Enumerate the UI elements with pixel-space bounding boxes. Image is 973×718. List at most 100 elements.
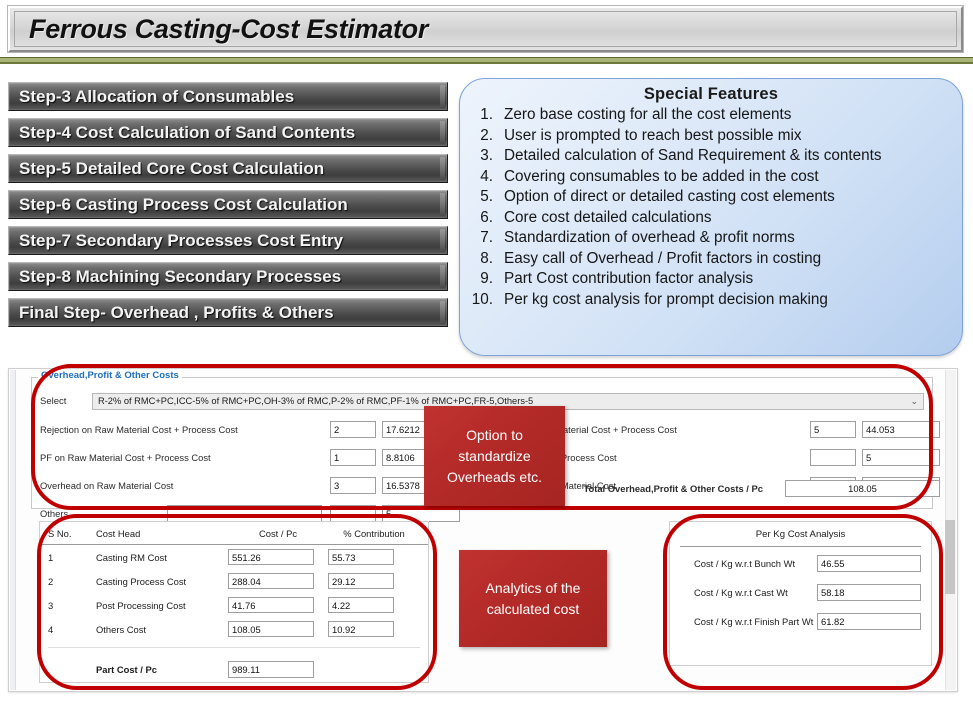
step-button-5[interactable]: Step-5 Detailed Core Cost Calculation: [8, 154, 448, 183]
per-kg-row-finish: Cost / Kg w.r.t Finish Part Wt 61.82: [670, 608, 931, 634]
step-button-label: Step-7 Secondary Processes Cost Entry: [19, 230, 344, 250]
feature-number: 10.: [471, 290, 493, 308]
page-title: Ferrous Casting-Cost Estimator: [29, 13, 429, 44]
row-cost-head: Others Cost: [96, 623, 147, 635]
feature-text: Zero base costing for all the cost eleme…: [504, 106, 792, 123]
row-cost-input[interactable]: 551.26: [228, 549, 314, 565]
feature-number: 5.: [480, 188, 493, 205]
feature-item: 5. Option of direct or detailed casting c…: [470, 187, 952, 208]
feature-text: Core cost detailed calculations: [504, 208, 712, 226]
feature-number: 3.: [480, 147, 493, 164]
step-button-3[interactable]: Step-3 Allocation of Consumables: [8, 82, 448, 111]
feature-text: Per kg cost analysis for prompt decision…: [504, 290, 828, 308]
step-button-label: Step-6 Casting Process Cost Calculation: [19, 194, 348, 214]
row-contribution-input[interactable]: 29.12: [328, 573, 394, 589]
feature-number: 4.: [480, 167, 493, 185]
step-button-label: Final Step- Overhead , Profits & Others: [19, 302, 334, 322]
step-button-label: Step-3 Allocation of Consumables: [19, 86, 295, 106]
special-features-list: 1. Zero base costing for all the cost ele…: [470, 105, 952, 310]
callout-standardize-overheads: Option to standardize Overheads etc.: [424, 406, 565, 506]
row-sno: 3: [48, 599, 54, 611]
step-button-list: Step-3 Allocation of Consumables Step-4 …: [8, 82, 448, 334]
row-label: PF on Raw Material Cost + Process Cost: [40, 452, 211, 463]
feature-item: 3. Detailed calculation of Sand Requireme…: [470, 146, 952, 167]
column-header-contribution: % Contribution: [343, 527, 405, 539]
feature-item: 4. Covering consumables to be added in th…: [470, 167, 952, 188]
special-features-title: Special Features: [643, 85, 779, 103]
pf-percent-input[interactable]: 1: [330, 449, 376, 466]
overhead-total-value: 108.05: [785, 480, 940, 497]
overhead-group-legend: Overhead,Profit & Other Costs: [38, 370, 182, 381]
feature-text: Standardization of overhead & profit nor…: [504, 229, 795, 246]
per-kg-label: Cost / Kg w.r.t Bunch Wt: [694, 557, 796, 569]
part-cost-label: Part Cost / Pc: [96, 663, 157, 675]
part-cost-row: Part Cost / Pc 989.11: [40, 656, 428, 682]
per-kg-cost-analysis-panel: Per Kg Cost Analysis Cost / Kg w.r.t Bun…: [669, 521, 932, 666]
overhead-row-rejection: Rejection on Raw Material Cost + Process…: [40, 420, 460, 439]
freight-percent-input[interactable]: [810, 449, 856, 466]
feature-item: 9. Part Cost contribution factor analysis: [470, 269, 952, 290]
part-cost-value: 989.11: [228, 660, 314, 678]
cost-summary-panel: S No. Cost Head Cost / Pc % Contribution…: [39, 521, 429, 683]
vertical-scrollbar-thumb[interactable]: [945, 520, 955, 594]
row-label: Overhead on Raw Material Cost: [40, 480, 174, 491]
icc-percent-input[interactable]: 5: [810, 421, 856, 438]
table-row: 4 Others Cost 108.05 10.92: [40, 617, 428, 641]
step-button-label: Step-4 Cost Calculation of Sand Contents: [19, 122, 356, 142]
row-sno: 4: [48, 623, 54, 635]
per-kg-label: Cost / Kg w.r.t Finish Part Wt: [694, 615, 814, 627]
overhead-row-overhead: Overhead on Raw Material Cost 3 16.5378: [40, 476, 460, 495]
row-cost-input[interactable]: 108.05: [228, 621, 314, 637]
overhead-row-pf: PF on Raw Material Cost + Process Cost 1…: [40, 448, 460, 467]
app-title-bar: Ferrous Casting-Cost Estimator: [8, 6, 963, 52]
special-features-panel: Special Features 1. Zero base costing for…: [459, 78, 963, 356]
app-title-inner-border: Ferrous Casting-Cost Estimator: [14, 11, 957, 47]
row-contribution-input[interactable]: 55.73: [328, 549, 394, 565]
overhead-total-row: Total Overhead,Profit & Other Costs / Pc…: [502, 479, 940, 498]
table-row: 2 Casting Process Cost 288.04 29.12: [40, 569, 428, 593]
step-button-7[interactable]: Step-7 Secondary Processes Cost Entry: [8, 226, 448, 255]
row-label: Others: [40, 508, 69, 519]
vertical-scrollbar-track[interactable]: [945, 370, 956, 690]
row-cost-head: Post Processing Cost: [96, 599, 186, 611]
icc-value-input[interactable]: 44.053: [862, 421, 940, 438]
cost-table-divider: [48, 647, 420, 648]
feature-text: Covering consumables to be added in the …: [504, 167, 819, 185]
feature-text: User is prompted to reach best possible …: [504, 126, 802, 144]
step-button-label: Step-5 Detailed Core Cost Calculation: [19, 158, 325, 178]
feature-number: 9.: [480, 270, 493, 287]
freight-value-input[interactable]: 5: [862, 449, 940, 466]
others-value-input[interactable]: 5: [382, 505, 460, 522]
others-description-input[interactable]: [167, 505, 322, 522]
row-cost-input[interactable]: 288.04: [228, 573, 314, 589]
rejection-percent-input[interactable]: 2: [330, 421, 376, 438]
per-kg-finish-value: 61.82: [817, 612, 921, 630]
feature-number: 2.: [480, 126, 493, 144]
callout-analytics: Analytics of the calculated cost: [459, 550, 607, 647]
app-left-rail: [10, 370, 16, 690]
per-kg-row-bunch: Cost / Kg w.r.t Bunch Wt 46.55: [670, 550, 931, 576]
row-contribution-input[interactable]: 10.92: [328, 621, 394, 637]
row-sno: 2: [48, 575, 54, 587]
overhead-percent-input[interactable]: 3: [330, 477, 376, 494]
row-label: Rejection on Raw Material Cost + Process…: [40, 424, 238, 435]
row-sno: 1: [48, 551, 54, 563]
feature-number: 8.: [480, 249, 493, 267]
feature-text: Easy call of Overhead / Profit factors i…: [504, 249, 822, 267]
row-contribution-input[interactable]: 4.22: [328, 597, 394, 613]
chevron-down-icon: ⌄: [910, 395, 918, 406]
overhead-row-icc: ICC on Raw Material Cost + Process Cost …: [502, 420, 940, 439]
step-button-4[interactable]: Step-4 Cost Calculation of Sand Contents: [8, 118, 448, 147]
step-button-final[interactable]: Final Step- Overhead , Profits & Others: [8, 298, 448, 327]
feature-item: 10. Per kg cost analysis for prompt decis…: [470, 290, 952, 311]
step-button-6[interactable]: Step-6 Casting Process Cost Calculation: [8, 190, 448, 219]
step-button-8[interactable]: Step-8 Machining Secondary Processes: [8, 262, 448, 291]
select-label: Select: [40, 395, 67, 407]
select-value: R-2% of RMC+PC,ICC-5% of RMC+PC,OH-3% of…: [98, 396, 534, 406]
step-button-label: Step-8 Machining Secondary Processes: [19, 266, 342, 286]
others-percent-input[interactable]: [330, 505, 376, 522]
feature-number: 7.: [480, 229, 493, 246]
row-cost-head: Casting RM Cost: [96, 551, 167, 563]
column-header-sno: S No.: [48, 527, 72, 539]
row-cost-input[interactable]: 41.76: [228, 597, 314, 613]
